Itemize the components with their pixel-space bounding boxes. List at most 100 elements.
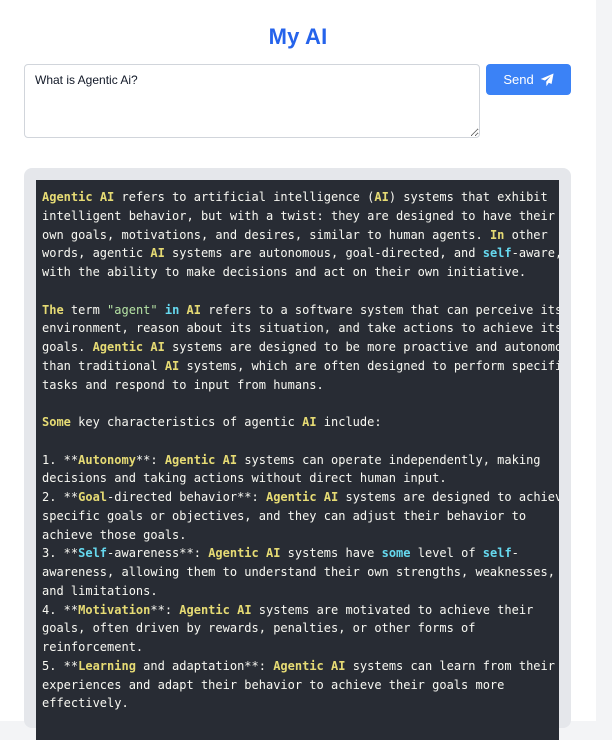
highlighted-token: Agentic [164,452,216,467]
page-title: My AI [268,24,328,49]
response-line: environment, reason about its situation,… [42,319,559,338]
highlighted-token: Agentic [208,546,259,561]
paper-plane-icon [540,72,554,87]
response-line: specific goals or objectives, and they c… [42,507,553,526]
page-scrollbar[interactable] [596,0,612,721]
response-line: 4. **Motivation**: Agentic AI systems ar… [42,601,553,620]
text-token: specific goals or objectives, and they c… [42,508,527,523]
highlighted-token: AI [237,602,252,617]
text-token: effectively. [42,696,129,711]
text-token: and adaptation**: [135,658,274,673]
page-container: My AI What is Agentic Ai? Send Agentic A… [0,0,596,740]
response-line: tasks and respond to input from humans. [42,376,553,395]
response-line: intelligent behavior, but with a twist: … [42,207,555,226]
text-token: awareness, allowing them to understand t… [42,565,555,579]
highlighted-token: AI [323,490,339,504]
text-token: level of [410,546,483,561]
text-token: 2. ** [42,490,79,504]
text-token: decisions and taking actions without dir… [42,471,447,486]
response-line: goals, often driven by rewards, penaltie… [42,619,553,638]
text-token: reinforcement. [42,640,144,654]
response-line: 2. **Goal-directed behavior**: Agentic A… [42,488,559,507]
highlighted-token: AI [150,340,165,354]
highlighted-token: AI [150,246,165,261]
highlighted-token: Some [42,415,71,429]
highlighted-token: AI [266,546,281,561]
highlighted-token: Motivation [78,602,151,617]
response-line [42,282,553,301]
highlighted-token: AI [302,415,317,429]
send-button[interactable]: Send [486,64,571,95]
text-token: experiences and adapt their behavior to … [42,677,505,692]
response-line: 5. **Learning and adaptation**: Agentic … [42,657,555,676]
highlighted-token: in [164,302,180,317]
response-line: goals. Agentic AI systems are designed t… [42,338,559,357]
highlighted-token: Agentic [273,658,324,673]
response-line: than traditional AI systems, which are o… [42,357,559,376]
response-line: Agentic AI refers to artificial intellig… [42,188,553,207]
text-token: **: [135,452,165,467]
text-token: - [511,546,519,561]
text-token: intelligent behavior, but with a twist: … [42,208,555,223]
highlighted-token: AI [186,302,201,317]
text-token: achieve those goals. [42,527,187,542]
text-token: term [63,302,108,317]
highlighted-token: Learning [78,658,136,673]
text-token: goals, often driven by rewards, penaltie… [42,621,476,636]
response-line: with the ability to make decisions and a… [42,263,553,282]
text-token: key characteristics of agentic [70,415,303,429]
response-line: 1. **Autonomy**: Agentic AI systems can … [42,451,553,470]
text-token: systems, which are often designed to per… [179,358,560,373]
highlighted-token: AI [374,190,389,204]
text-token: systems have [280,546,382,561]
highlighted-token: Self [78,546,108,561]
text-token: 4. ** [42,602,79,617]
text-token: words, agentic [42,246,151,261]
text-token: systems can learn from their [345,658,555,673]
text-token: systems can operate independently, makin… [237,452,541,467]
text-token: tasks and respond to input from humans. [42,377,324,392]
text-token: ) systems that exhibit [388,190,548,204]
response-line: awareness, allowing them to understand t… [42,563,555,582]
text-token: 1. ** [42,452,79,467]
response-line: and limitations. [42,582,553,601]
response-line [42,432,553,451]
response-line: words, agentic AI systems are autonomous… [42,244,559,263]
response-line: 3. **Self-awareness**: Agentic AI system… [42,544,553,563]
text-token: refers to a software system that can per… [201,302,559,317]
text-token: with the ability to make decisions and a… [42,265,527,279]
text-token: include: [316,415,382,429]
text-token: systems are autonomous, goal-directed, a… [164,246,483,261]
text-token: and limitations. [42,583,158,598]
response-line: effectively. [42,694,553,713]
highlighted-token: In [489,227,505,242]
highlighted-token: some [381,546,411,561]
highlighted-token: Agentic [92,340,144,354]
response-panel: Agentic AI refers to artificial intellig… [24,168,571,740]
text-token: systems are designed to achieve [338,490,559,504]
highlighted-token: AI [222,452,238,467]
response-line [42,394,553,413]
text-token: -aware, [511,246,559,261]
response-line: achieve those goals. [42,526,553,545]
highlighted-token: self [482,246,512,261]
highlighted-token: Agentic [42,190,93,204]
highlighted-token: Agentic [179,602,230,617]
prompt-input[interactable]: What is Agentic Ai? [24,64,480,138]
highlighted-token: AI [331,658,346,673]
highlighted-token: AI [99,190,115,204]
response-line: own goals, motivations, and desires, sim… [42,226,553,245]
response-code-block: Agentic AI refers to artificial intellig… [36,180,559,740]
text-token: systems are motivated to achieve their [251,602,534,617]
text-token: 5. ** [42,658,79,673]
highlighted-token: self [482,546,512,561]
highlighted-token: "agent" [107,302,158,317]
highlighted-token: The [42,302,64,317]
